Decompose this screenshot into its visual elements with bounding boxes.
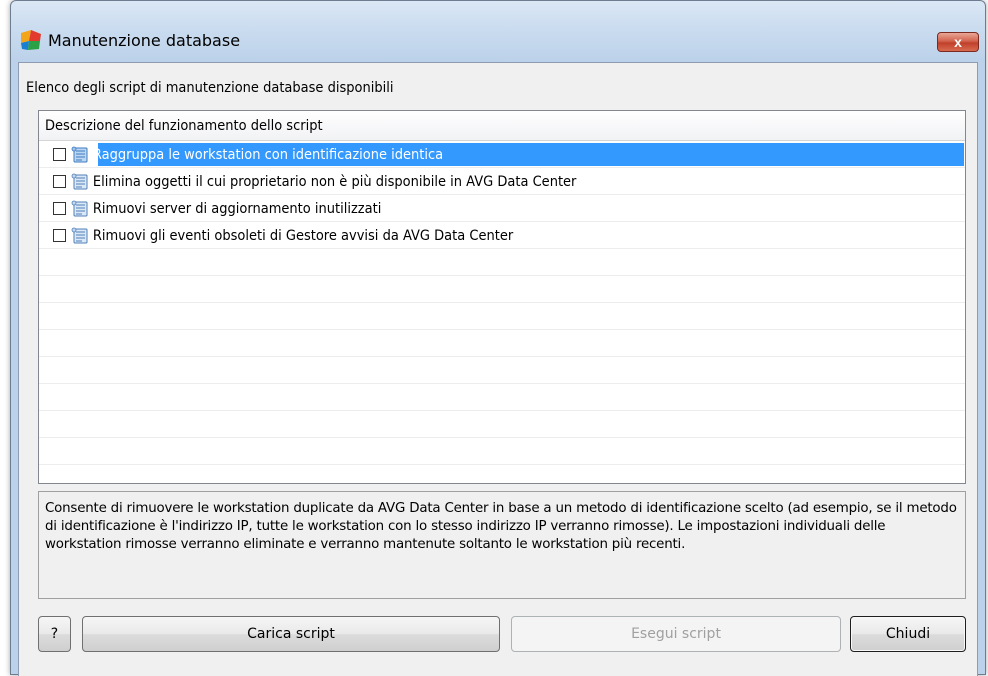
- load-script-button[interactable]: Carica script: [82, 616, 500, 652]
- close-icon[interactable]: x: [937, 32, 979, 52]
- run-script-button[interactable]: Esegui script: [511, 616, 841, 652]
- script-scroll-icon: [71, 173, 88, 189]
- close-button[interactable]: Chiudi: [850, 616, 966, 652]
- column-header-label: Descrizione del funzionamento dello scri…: [45, 118, 323, 134]
- script-description: Consente di rimuovere le workstation dup…: [38, 491, 966, 599]
- list-caption: Elenco degli script di manutenzione data…: [26, 80, 394, 96]
- item-checkbox[interactable]: [53, 148, 66, 161]
- list-item[interactable]: Elimina oggetti il cui proprietario non …: [39, 168, 965, 195]
- list-rows: Raggruppa le workstation con identificaz…: [39, 141, 965, 483]
- help-button[interactable]: ?: [38, 616, 71, 652]
- dialog-client-area: Elenco degli script di manutenzione data…: [18, 62, 978, 676]
- script-scroll-icon: [71, 146, 88, 162]
- avg-logo-icon: [21, 30, 41, 50]
- dialog-window: Manutenzione database x Elenco degli scr…: [10, 0, 986, 676]
- item-label: Rimuovi gli eventi obsoleti di Gestore a…: [92, 227, 514, 244]
- script-scroll-icon: [71, 200, 88, 216]
- list-item[interactable]: Rimuovi server di aggiornamento inutiliz…: [39, 195, 965, 222]
- column-header[interactable]: Descrizione del funzionamento dello scri…: [39, 111, 965, 141]
- window-title: Manutenzione database: [48, 31, 241, 50]
- item-checkbox[interactable]: [53, 202, 66, 215]
- item-checkbox[interactable]: [53, 175, 66, 188]
- item-label: Raggruppa le workstation con identificaz…: [92, 146, 444, 163]
- list-item[interactable]: Rimuovi gli eventi obsoleti di Gestore a…: [39, 222, 965, 249]
- item-label: Rimuovi server di aggiornamento inutiliz…: [92, 200, 382, 217]
- title-bar[interactable]: Manutenzione database x: [11, 1, 985, 61]
- item-checkbox[interactable]: [53, 229, 66, 242]
- script-scroll-icon: [71, 227, 88, 243]
- script-list[interactable]: Descrizione del funzionamento dello scri…: [38, 110, 966, 484]
- list-item[interactable]: Raggruppa le workstation con identificaz…: [39, 141, 965, 168]
- item-label: Elimina oggetti il cui proprietario non …: [92, 173, 577, 190]
